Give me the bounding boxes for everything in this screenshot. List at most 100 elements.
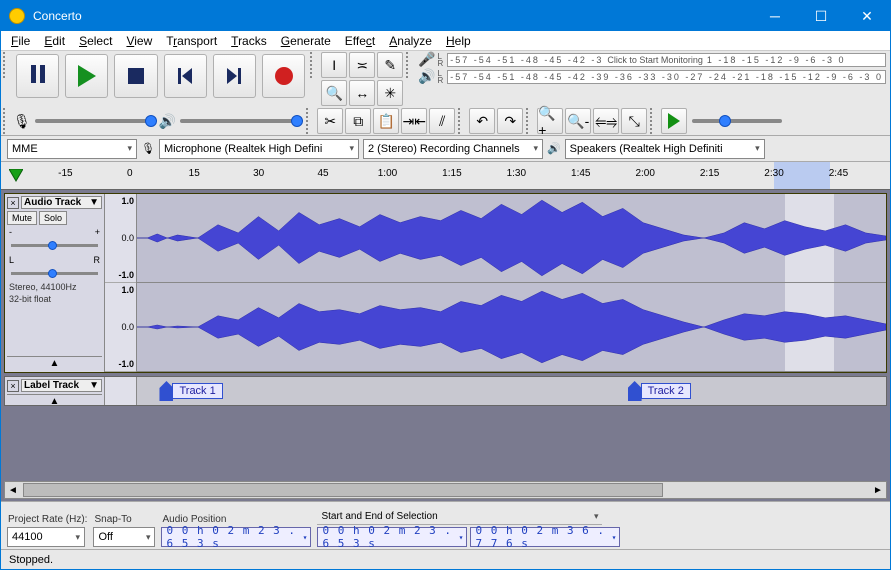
statusbar: Stopped. <box>1 549 890 569</box>
menu-generate[interactable]: Generate <box>275 32 337 50</box>
playback-speed-slider[interactable] <box>692 111 782 131</box>
label-track: × Label Track▼ ▲ Track 1 Track 2 <box>4 376 887 406</box>
track-name-dropdown[interactable]: Audio Track▼ <box>21 196 102 209</box>
window-title: Concerto <box>33 9 752 23</box>
project-rate-combo[interactable]: 44100 <box>7 527 85 547</box>
track-close-button[interactable]: × <box>7 197 19 209</box>
grip[interactable] <box>306 108 314 134</box>
cut-button[interactable]: ✂ <box>317 108 343 134</box>
scrollbar-thumb[interactable] <box>23 483 663 497</box>
record-volume-slider[interactable] <box>35 111 155 131</box>
zoom-in-button[interactable]: 🔍+ <box>537 108 563 134</box>
timeline[interactable]: -15 0 15 30 45 1:00 1:15 1:30 1:45 2:00 … <box>1 162 890 190</box>
silence-button[interactable]: ⫽ <box>429 108 455 134</box>
label-track-body[interactable]: Track 1 Track 2 <box>137 377 886 405</box>
skip-end-icon <box>227 68 241 84</box>
mic-icon: 🎙 <box>13 113 31 130</box>
grip[interactable] <box>526 108 534 134</box>
menu-edit[interactable]: Edit <box>38 32 71 50</box>
audio-position-field[interactable]: 0 0 h 0 2 m 2 3 . 6 5 3 s <box>161 527 311 547</box>
gain-slider[interactable] <box>11 241 98 251</box>
minimize-button[interactable]: ─ <box>752 1 798 31</box>
zoom-out-button[interactable]: 🔍- <box>565 108 591 134</box>
label-text[interactable]: Track 1 <box>172 383 222 399</box>
label-marker[interactable]: Track 2 <box>628 381 691 401</box>
draw-tool[interactable]: ✎ <box>377 52 403 78</box>
menu-file[interactable]: File <box>5 32 36 50</box>
label-text[interactable]: Track 2 <box>641 383 691 399</box>
stop-button[interactable] <box>114 54 157 98</box>
label-track-panel: × Label Track▼ ▲ <box>5 377 105 405</box>
scroll-right-button[interactable]: ► <box>870 485 886 496</box>
copy-button[interactable]: ⧉ <box>345 108 371 134</box>
playback-meter[interactable]: -57 -54 -51 -48 -45 -42 -39 -36 -33 -30 … <box>447 70 886 84</box>
grip[interactable] <box>458 108 466 134</box>
track-info: Stereo, 44100Hz <box>7 283 102 293</box>
envelope-tool[interactable]: ≍ <box>349 52 375 78</box>
grip[interactable] <box>650 108 658 134</box>
vertical-scale[interactable]: 1.00.0-1.0 1.00.0-1.0 <box>105 194 137 372</box>
track-collapse-button[interactable]: ▲ <box>7 394 102 408</box>
waveform-left[interactable] <box>137 194 886 283</box>
menu-select[interactable]: Select <box>73 32 118 50</box>
menu-effect[interactable]: Effect <box>339 32 381 50</box>
pan-slider[interactable] <box>11 269 98 279</box>
menu-help[interactable]: Help <box>440 32 477 50</box>
selection-start-field[interactable]: 0 0 h 0 2 m 2 3 . 6 5 3 s <box>317 527 467 547</box>
close-button[interactable]: ✕ <box>844 1 890 31</box>
selection-end-field[interactable]: 0 0 h 0 2 m 3 6 . 7 7 6 s <box>470 527 620 547</box>
mute-button[interactable]: Mute <box>7 211 37 225</box>
menu-transport[interactable]: Transport <box>160 32 223 50</box>
label-marker[interactable]: Track 1 <box>159 381 222 401</box>
maximize-button[interactable]: ☐ <box>798 1 844 31</box>
undo-button[interactable]: ↶ <box>469 108 495 134</box>
menu-view[interactable]: View <box>120 32 158 50</box>
redo-button[interactable]: ↷ <box>497 108 523 134</box>
track-collapse-button[interactable]: ▲ <box>7 356 102 370</box>
selection-toolbar: Project Rate (Hz): 44100 Snap-To Off Aud… <box>1 501 890 549</box>
recording-meter[interactable]: -57 -54 -51 -48 -45 -42 -3 Click to Star… <box>447 53 886 67</box>
waveform-right[interactable] <box>137 283 886 372</box>
track-control-panel: × Audio Track▼ Mute Solo -+ LR Stereo, 4… <box>5 194 105 372</box>
input-device-combo[interactable]: Microphone (Realtek High Defini <box>159 139 359 159</box>
timeshift-tool[interactable]: ↔ <box>349 80 375 106</box>
audio-host-combo[interactable]: MME <box>7 139 137 159</box>
snap-to-combo[interactable]: Off <box>93 527 155 547</box>
record-button[interactable] <box>262 54 305 98</box>
grip[interactable] <box>3 108 11 134</box>
waveform-area[interactable] <box>137 194 886 372</box>
channels-combo[interactable]: 2 (Stereo) Recording Channels <box>363 139 543 159</box>
scroll-left-button[interactable]: ◄ <box>5 485 21 496</box>
grip[interactable] <box>406 52 414 78</box>
label-pin-icon <box>628 381 642 401</box>
playback-volume-slider[interactable] <box>180 111 300 131</box>
grip[interactable] <box>3 52 11 78</box>
menu-tracks[interactable]: Tracks <box>225 32 273 50</box>
multi-tool[interactable]: ✳ <box>377 80 403 106</box>
toolbar-area: I ≍ ✎ 🔍 ↔ ✳ 🎤 LR -57 -54 -51 -48 -45 -42… <box>1 51 890 136</box>
track-name-dropdown[interactable]: Label Track▼ <box>21 379 102 392</box>
output-device-combo[interactable]: Speakers (Realtek High Definiti <box>565 139 765 159</box>
zoom-tool[interactable]: 🔍 <box>321 80 347 106</box>
fit-selection-button[interactable]: ⥢⥤ <box>593 108 619 134</box>
timeline-pin[interactable] <box>1 162 31 189</box>
label-pin-icon <box>159 381 173 401</box>
track-close-button[interactable]: × <box>7 380 19 392</box>
grip[interactable] <box>310 52 318 78</box>
menu-analyze[interactable]: Analyze <box>383 32 438 50</box>
fit-project-button[interactable]: ⤡ <box>621 108 647 134</box>
play-at-speed-button[interactable] <box>661 108 687 134</box>
skip-start-button[interactable] <box>164 54 207 98</box>
paste-button[interactable]: 📋 <box>373 108 399 134</box>
trim-button[interactable]: ⇥⇤ <box>401 108 427 134</box>
selection-tool[interactable]: I <box>321 52 347 78</box>
play-button[interactable] <box>65 54 108 98</box>
pause-button[interactable] <box>16 54 59 98</box>
skip-end-button[interactable] <box>213 54 256 98</box>
record-icon <box>275 67 293 85</box>
timeline-ruler[interactable]: -15 0 15 30 45 1:00 1:15 1:30 1:45 2:00 … <box>31 162 890 189</box>
speaker-icon: 🔊 <box>159 113 176 130</box>
horizontal-scrollbar[interactable]: ◄ ► <box>4 481 887 499</box>
solo-button[interactable]: Solo <box>39 211 67 225</box>
selection-mode-combo[interactable]: Start and End of Selection <box>317 509 602 525</box>
